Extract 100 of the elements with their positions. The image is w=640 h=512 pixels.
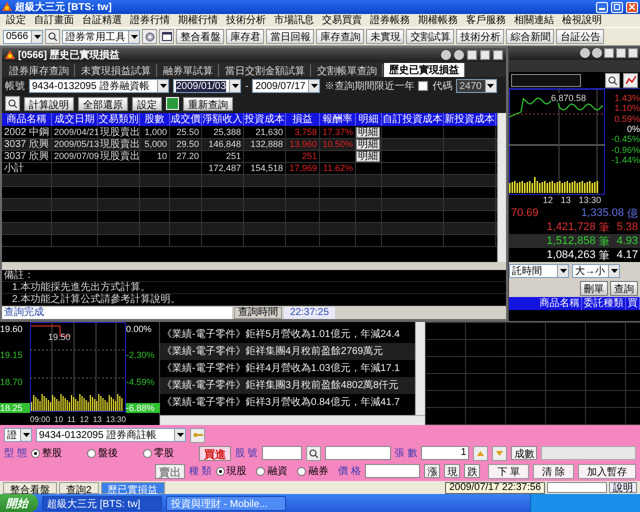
menu-item[interactable]: 期權行情	[174, 14, 222, 26]
bottom-tab[interactable]: 整合看盤	[3, 482, 57, 494]
refresh-button[interactable]	[580, 48, 590, 58]
menu-item[interactable]: 證券行情	[126, 14, 174, 26]
bottom-tab[interactable]: 查詢2	[59, 482, 99, 494]
action-button[interactable]: 下 單	[488, 464, 530, 478]
menu-item[interactable]: 自訂畫面	[30, 14, 78, 26]
code-select[interactable]: 0566	[3, 30, 44, 44]
toolbar-button[interactable]: 交割試算	[406, 29, 454, 44]
toolbar-button[interactable]: 整合看盤	[176, 29, 224, 44]
menu-item[interactable]: 檢視說明	[558, 14, 606, 26]
action-button[interactable]: 清 除	[533, 464, 574, 478]
news-item[interactable]: 《業績-電子零件》鉅祥集團4月稅前盈餘2769萬元	[160, 343, 415, 360]
radio-button[interactable]	[216, 466, 225, 476]
column-header[interactable]: 自訂投資成本	[382, 113, 444, 126]
search-button[interactable]	[306, 446, 321, 460]
detail-button[interactable]: 明細	[356, 127, 380, 138]
tool-select[interactable]: 證券常用工具	[62, 30, 140, 44]
column-header[interactable]: 買	[626, 297, 640, 310]
column-header[interactable]: 交易類別	[98, 113, 140, 126]
filter-button[interactable]: 全部還原	[78, 96, 128, 110]
ratio-button[interactable]: 成數	[511, 446, 538, 460]
column-header[interactable]: 委託種類	[582, 297, 626, 310]
step-down-button[interactable]	[492, 446, 508, 460]
radio-button[interactable]	[256, 466, 266, 476]
search-button[interactable]	[5, 96, 20, 111]
market-select[interactable]: 證	[4, 428, 32, 442]
menu-item[interactable]: 客戶服務	[462, 14, 510, 26]
quantity-field[interactable]: 1	[421, 446, 470, 460]
window-button[interactable]	[159, 29, 174, 44]
order-button[interactable]: 查詢	[610, 280, 638, 296]
taskbar-button[interactable]: 超級大三元 [BTS: tw]	[42, 496, 162, 510]
close-button[interactable]	[493, 50, 503, 60]
filter-button[interactable]: 計算說明	[24, 96, 74, 110]
stock-field[interactable]	[262, 446, 302, 460]
menu-item[interactable]: 交易買賣	[318, 14, 366, 26]
toolbar-button[interactable]: 綜合新聞	[506, 29, 554, 44]
radio-button[interactable]	[297, 466, 306, 476]
maximize-button[interactable]	[616, 48, 626, 58]
filter-button[interactable]: 重新查詢	[183, 96, 233, 110]
buy-button[interactable]: 買進	[198, 446, 231, 460]
detail-button[interactable]: 明細	[356, 139, 380, 150]
scrollbar[interactable]	[415, 322, 425, 415]
menu-item[interactable]: 設定	[2, 14, 30, 26]
price-button[interactable]: 跌	[464, 464, 480, 478]
column-header[interactable]: 成交日期	[52, 113, 98, 126]
detail-button[interactable]: 明細	[356, 151, 380, 162]
column-header[interactable]: 損益	[286, 113, 320, 126]
close-button[interactable]	[628, 48, 638, 58]
maximize-button[interactable]	[480, 50, 490, 60]
toolbar-button[interactable]: 未實現	[366, 29, 404, 44]
column-header[interactable]: 明細	[356, 113, 382, 126]
column-header[interactable]: 投資成本	[244, 113, 286, 126]
ratio-field[interactable]	[541, 446, 636, 460]
toolbar-button[interactable]: 庫存君	[226, 29, 264, 44]
column-header[interactable]: 淨額收入	[202, 113, 244, 126]
news-item[interactable]: 《業績-電子零件》鉅祥集團3月稅前盈餘4802萬8仟元	[160, 377, 415, 394]
column-header[interactable]: 新投資成本	[444, 113, 496, 126]
toolbar-button[interactable]: 當日回報	[266, 29, 314, 44]
toolbar-button[interactable]: 台証公告	[556, 29, 604, 44]
help-button[interactable]: 說明	[609, 482, 637, 493]
price-button[interactable]: 現	[444, 464, 460, 478]
toolbar-button[interactable]: 技術分析	[456, 29, 504, 44]
code-checkbox[interactable]	[418, 81, 428, 91]
dialog-tab[interactable]: 歷史已實現損益	[384, 63, 465, 77]
account-select[interactable]: 9434-0132095 證券融資帳	[29, 79, 169, 93]
account-select[interactable]: 9434-0132095 證券商註帳	[36, 428, 186, 442]
menu-item[interactable]: 技術分析	[222, 14, 270, 26]
menu-item[interactable]: 市場訊息	[270, 14, 318, 26]
input-field[interactable]	[547, 482, 607, 493]
start-date-select[interactable]: 2009/01/03	[173, 79, 242, 93]
menu-item[interactable]: 期權帳務	[414, 14, 462, 26]
settings-button[interactable]	[142, 29, 158, 44]
toolbar-button[interactable]: 庫存查詢	[316, 29, 364, 44]
step-up-button[interactable]	[473, 446, 488, 460]
end-date-select[interactable]: 2009/07/17	[252, 79, 320, 93]
column-header[interactable]: 商品名稱	[2, 113, 52, 126]
code-select[interactable]: 2470	[456, 79, 497, 93]
key-button[interactable]	[190, 428, 205, 442]
order-button[interactable]: 刪單	[580, 280, 608, 296]
save-button[interactable]	[166, 97, 179, 110]
price-field[interactable]	[364, 464, 420, 478]
scrollbar[interactable]	[160, 415, 425, 425]
search-button[interactable]	[45, 29, 60, 44]
sort-field-select[interactable]: 託時間	[509, 264, 569, 278]
chart-button[interactable]	[623, 72, 638, 88]
radio-button[interactable]	[30, 448, 40, 458]
column-header[interactable]: 股數	[140, 113, 170, 126]
action-button[interactable]: 加入暫存	[578, 464, 636, 478]
column-header[interactable]: 商品名稱	[538, 297, 582, 310]
refresh-button[interactable]	[441, 50, 451, 60]
search-button[interactable]	[605, 72, 620, 88]
input-field[interactable]	[511, 74, 581, 86]
radio-button[interactable]	[86, 448, 96, 458]
stock-name-field[interactable]	[324, 446, 391, 460]
radio-button[interactable]	[142, 448, 152, 458]
column-header[interactable]: 成交價	[170, 113, 202, 126]
menu-item[interactable]: 台証精選	[78, 14, 126, 26]
help-button[interactable]	[592, 48, 602, 58]
price-button[interactable]: 漲	[424, 464, 440, 478]
